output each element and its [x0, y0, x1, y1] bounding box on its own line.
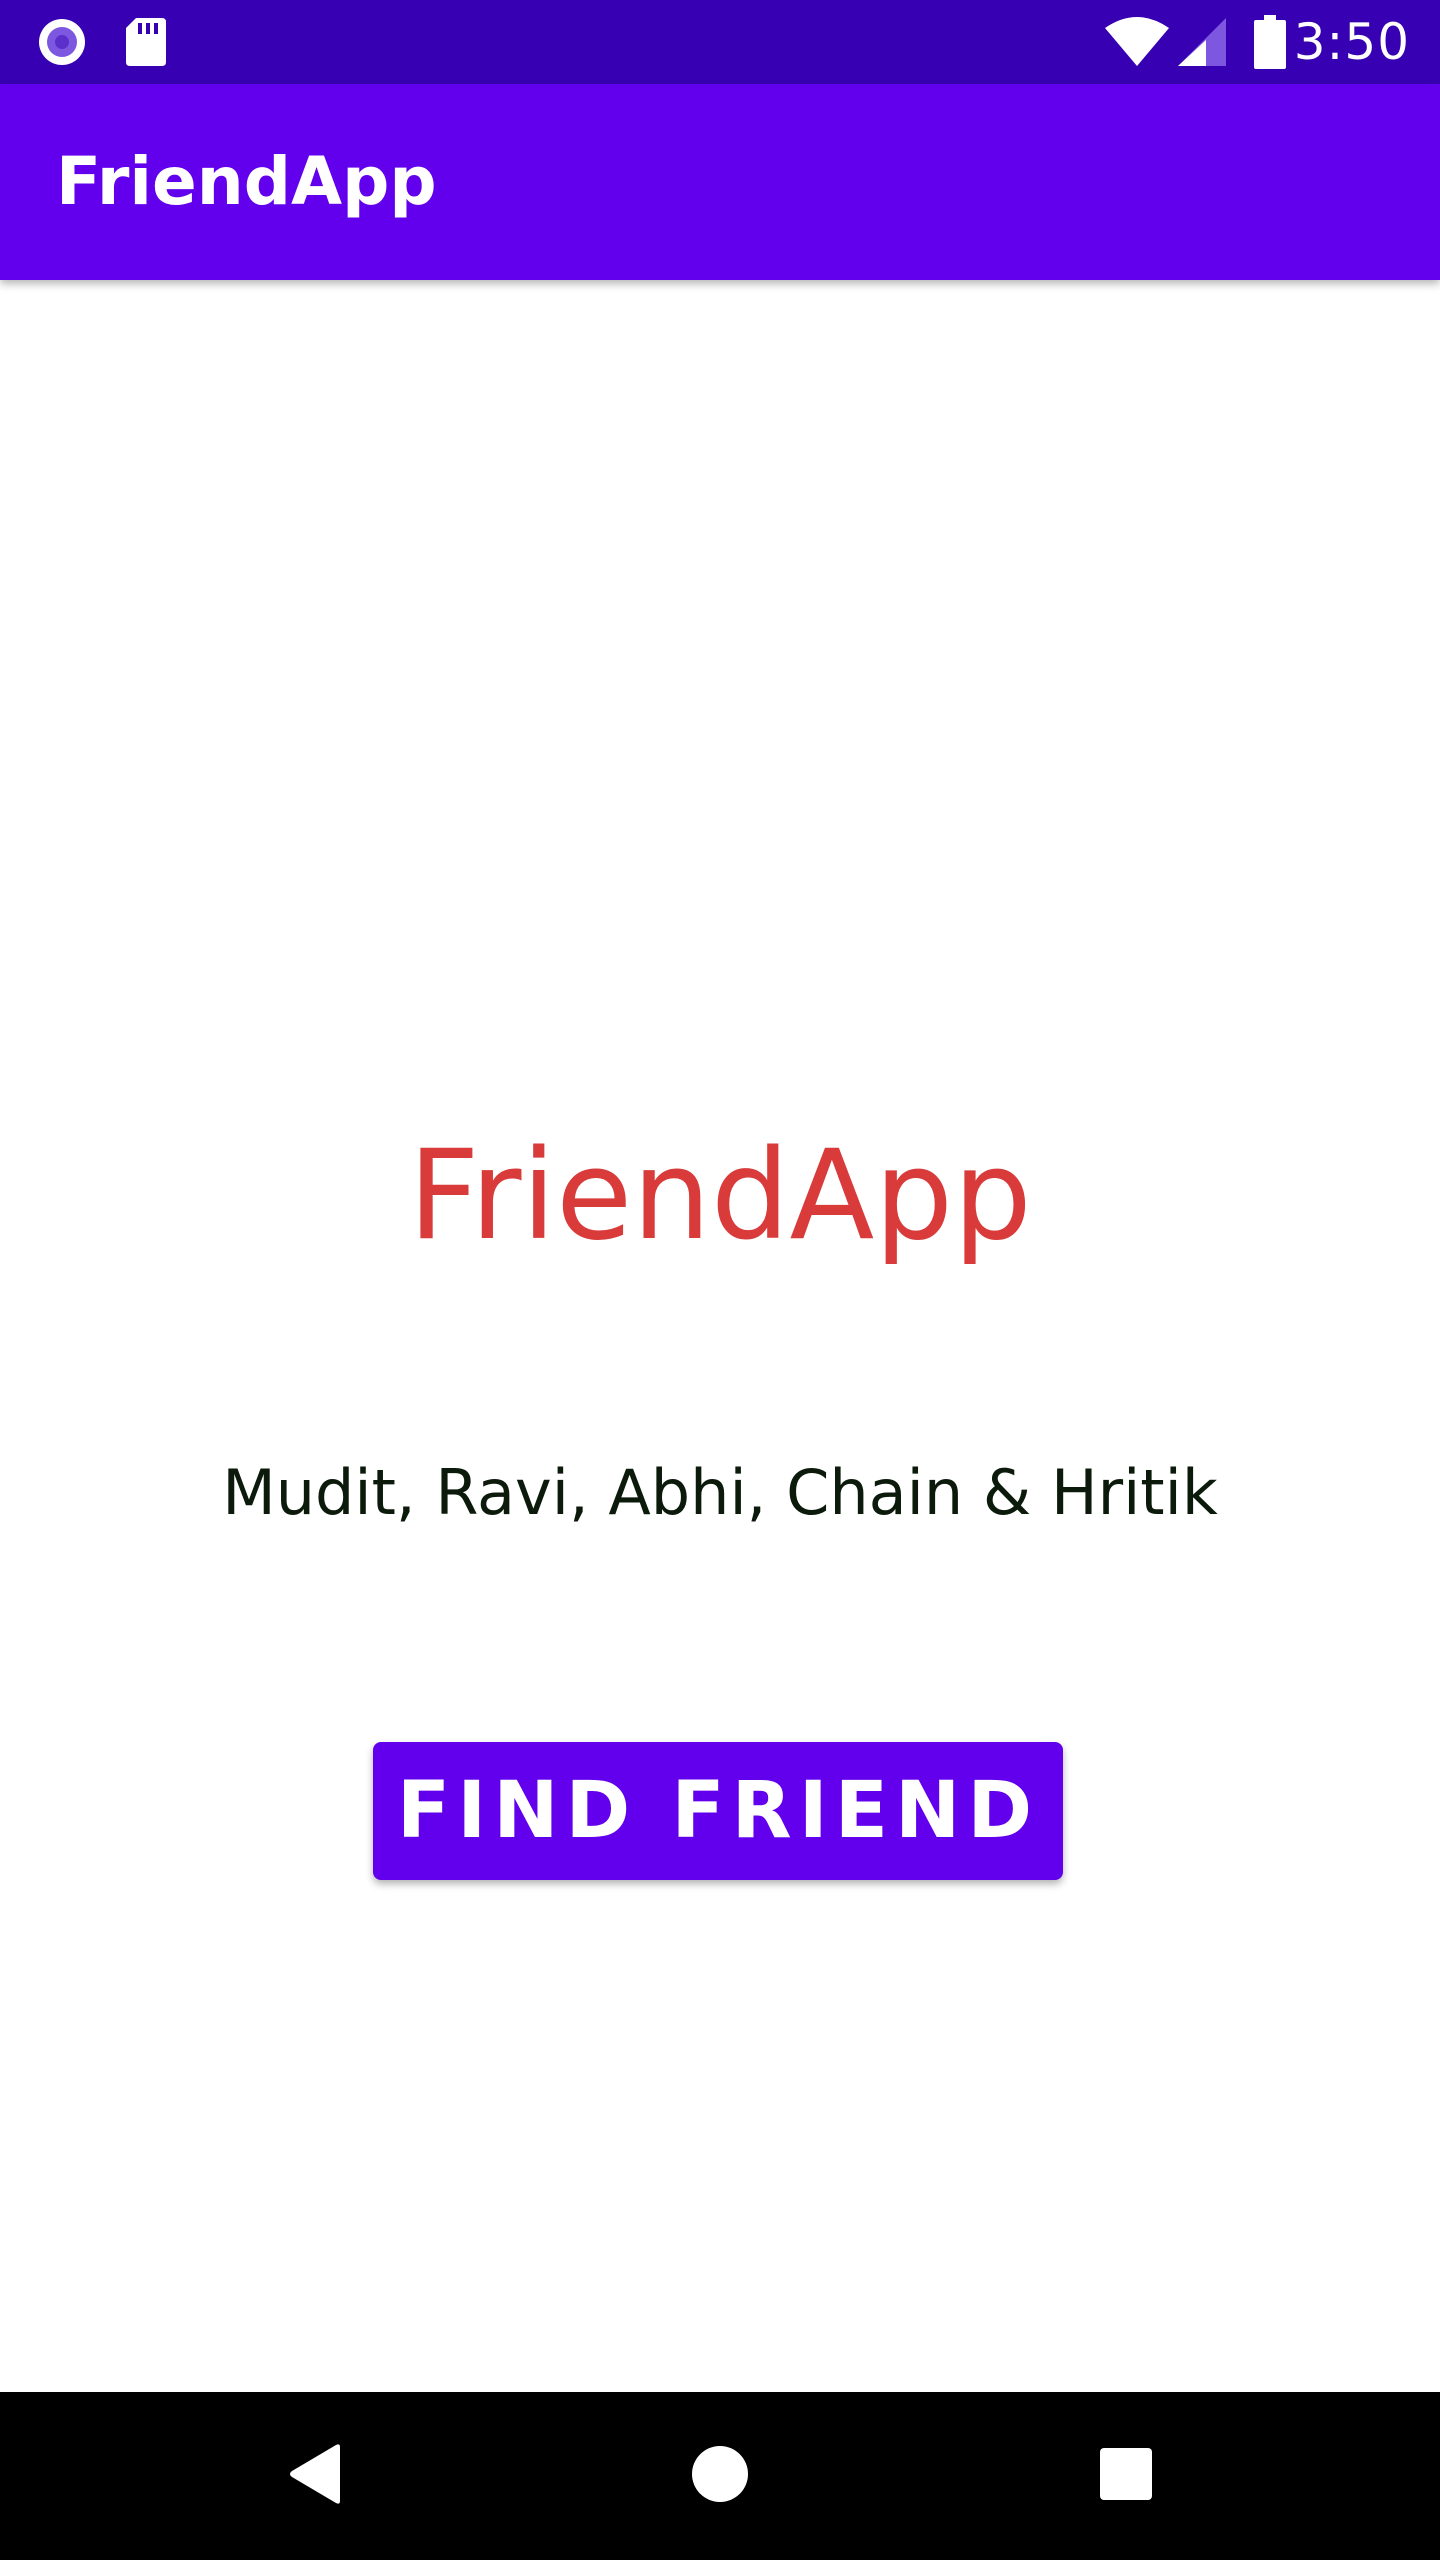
sd-card-icon: [124, 0, 168, 84]
find-friend-button[interactable]: FIND FRIEND: [373, 1742, 1063, 1880]
main-content: FriendApp Mudit, Ravi, Abhi, Chain & Hri…: [0, 280, 1440, 2392]
home-icon: [691, 2445, 749, 2508]
app-heading: FriendApp: [408, 1124, 1032, 1268]
app-bar-title: FriendApp: [56, 143, 437, 220]
wifi-icon: [1104, 0, 1170, 84]
status-time: 3:50: [1293, 13, 1410, 71]
navigation-bar: [0, 2392, 1440, 2560]
recents-icon: [1099, 2447, 1153, 2506]
app-screen: 3:50 FriendApp FriendApp Mudit, Ravi, Ab…: [0, 0, 1440, 2560]
recents-button[interactable]: [1056, 2392, 1196, 2560]
app-bar: FriendApp: [0, 84, 1440, 280]
battery-icon: [1254, 0, 1286, 84]
recording-icon: [36, 0, 88, 84]
signal-icon: [1176, 0, 1228, 84]
back-icon: [288, 2443, 344, 2510]
home-button[interactable]: [650, 2392, 790, 2560]
friends-names-text: Mudit, Ravi, Abhi, Chain & Hritik: [222, 1456, 1218, 1529]
back-button[interactable]: [246, 2392, 386, 2560]
status-bar: 3:50: [0, 0, 1440, 84]
